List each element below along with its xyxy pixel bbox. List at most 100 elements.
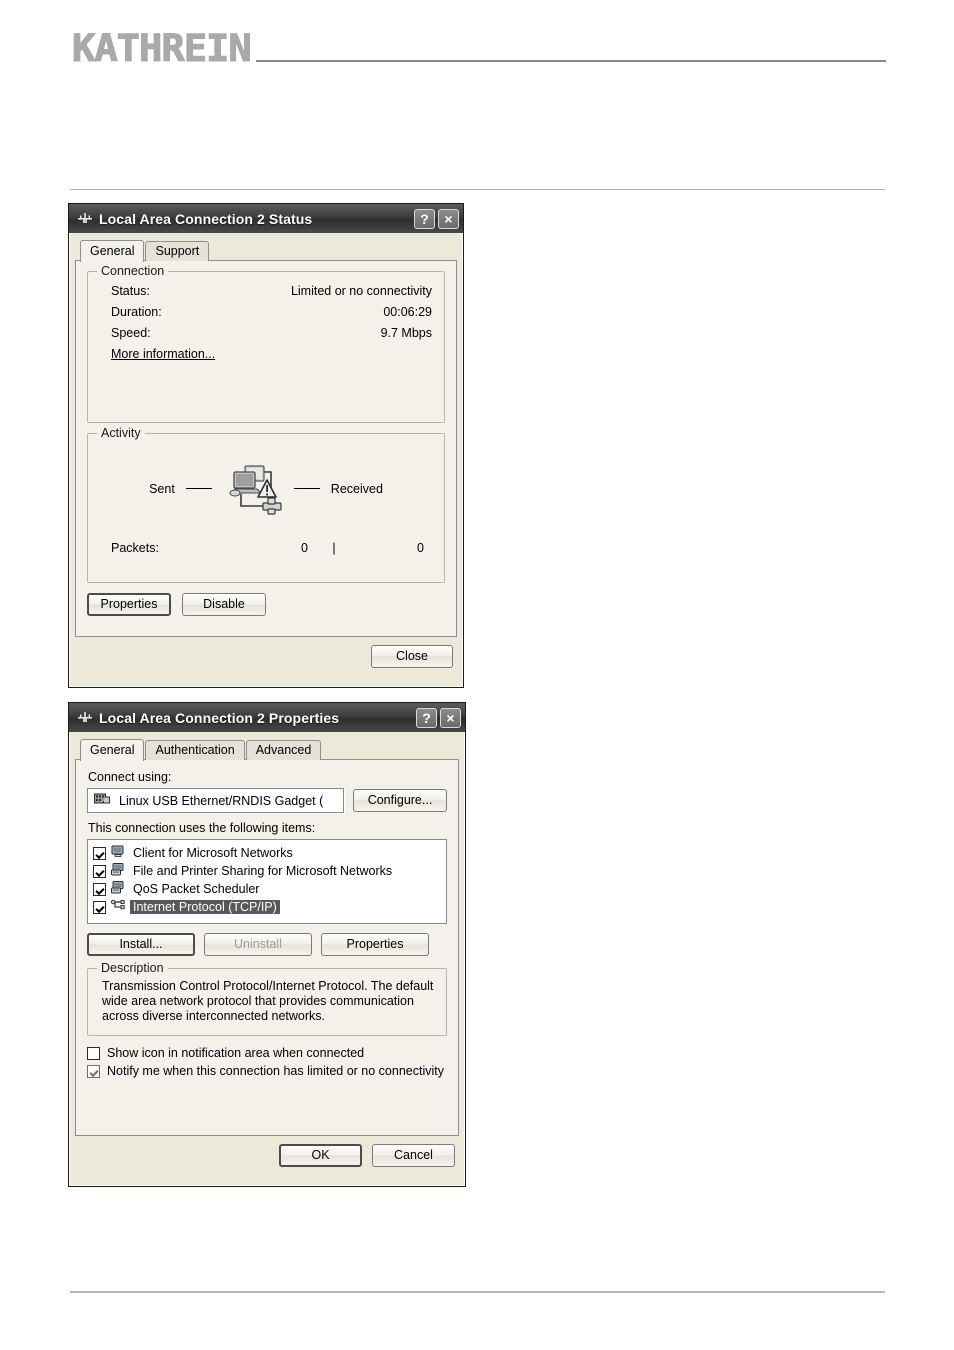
logo-rule — [256, 60, 886, 62]
connect-using-label: Connect using: — [88, 770, 172, 784]
tab-advanced[interactable]: Advanced — [245, 740, 322, 760]
computer-icon — [111, 845, 125, 861]
close-icon[interactable]: × — [438, 208, 459, 229]
speed-value: 9.7 Mbps — [380, 326, 432, 340]
properties-dialog-body: General Authentication Advanced Connect … — [69, 732, 465, 1173]
packets-received-value: 0 — [417, 541, 424, 555]
duration-value: 00:06:29 — [383, 305, 432, 319]
properties-general-panel: Connect using: Linux USB Ethernet/RNDIS … — [75, 759, 459, 1136]
item-checkbox[interactable] — [93, 846, 106, 860]
list-item-label: Internet Protocol (TCP/IP) — [130, 900, 280, 914]
local-area-connection-status-dialog: Local Area Connection 2 Status ? × Gener… — [68, 203, 464, 688]
tab-authentication[interactable]: Authentication — [145, 740, 245, 760]
show-icon-checkbox[interactable] — [87, 1046, 100, 1060]
item-checkbox[interactable] — [93, 864, 106, 878]
status-dialog-body: General Support Connection Status: Limit… — [69, 233, 463, 674]
received-label: Received — [330, 481, 383, 496]
list-item[interactable]: File and Printer Sharing for Microsoft N… — [93, 862, 443, 880]
list-item-label: File and Printer Sharing for Microsoft N… — [133, 864, 393, 878]
speed-row: Speed: 9.7 Mbps — [100, 326, 432, 340]
status-dialog-window-buttons: ? × — [414, 208, 459, 229]
show-icon-label: Show icon in notification area when conn… — [107, 1046, 365, 1060]
status-dialog-footer: Close — [75, 637, 457, 668]
help-icon[interactable]: ? — [414, 208, 435, 229]
more-information-link[interactable]: More information... — [111, 347, 215, 361]
protocol-icon — [110, 899, 125, 915]
brand-header: KATHREIN — [71, 27, 886, 70]
adapter-row: Linux USB Ethernet/RNDIS Gadget ( Config… — [87, 788, 447, 813]
disable-button[interactable]: Disable — [182, 593, 266, 616]
ok-button[interactable]: OK — [279, 1144, 362, 1167]
connection-group: Connection Status: Limited or no connect… — [87, 264, 445, 423]
bottom-divider — [70, 1291, 885, 1293]
items-label: This connection uses the following items… — [88, 821, 316, 835]
status-label: Status: — [111, 284, 150, 298]
properties-dialog-footer: OK Cancel — [75, 1136, 459, 1167]
computer-share-icon — [111, 881, 125, 897]
properties-dialog-window-buttons: ? × — [416, 707, 461, 728]
list-item-label: QoS Packet Scheduler — [133, 882, 260, 896]
tab-general[interactable]: General — [80, 240, 145, 262]
list-item[interactable]: Internet Protocol (TCP/IP) — [93, 898, 443, 916]
network-connection-icon — [76, 709, 94, 727]
adapter-field[interactable]: Linux USB Ethernet/RNDIS Gadget ( — [87, 788, 344, 813]
notify-checkbox[interactable] — [87, 1064, 100, 1078]
properties-button[interactable]: Properties — [87, 593, 171, 616]
status-row: Status: Limited or no connectivity — [100, 284, 432, 298]
computer-share-icon — [111, 863, 125, 879]
duration-label: Duration: — [111, 305, 162, 319]
description-group-legend: Description — [97, 961, 168, 975]
packets-sent-value: 0 — [301, 541, 308, 555]
activity-group-legend: Activity — [97, 426, 145, 440]
two-computers-network-warning-icon — [223, 458, 283, 519]
help-icon[interactable]: ? — [416, 707, 437, 728]
speed-label: Speed: — [111, 326, 151, 340]
packets-label: Packets: — [111, 541, 159, 555]
local-area-connection-properties-dialog: Local Area Connection 2 Properties ? × G… — [68, 702, 466, 1187]
packets-row: Packets: 0 | 0 — [100, 541, 432, 555]
properties-dialog-title: Local Area Connection 2 Properties — [99, 709, 340, 726]
tab-general[interactable]: General — [80, 739, 145, 761]
status-dialog-title: Local Area Connection 2 Status — [99, 210, 313, 227]
top-divider — [70, 189, 885, 190]
description-group: Description Transmission Control Protoco… — [87, 961, 447, 1036]
show-icon-option[interactable]: Show icon in notification area when conn… — [87, 1046, 447, 1060]
status-general-panel: Connection Status: Limited or no connect… — [75, 260, 457, 637]
network-adapter-card-icon — [94, 793, 111, 809]
configure-button[interactable]: Configure... — [353, 789, 447, 812]
list-item[interactable]: Client for Microsoft Networks — [93, 844, 443, 862]
item-properties-button[interactable]: Properties — [321, 933, 429, 956]
description-text: Transmission Control Protocol/Internet P… — [102, 979, 434, 1023]
received-dash — [293, 488, 320, 489]
kathrein-logo: KATHREIN — [71, 27, 252, 70]
item-checkbox[interactable] — [93, 900, 106, 914]
adapter-name: Linux USB Ethernet/RNDIS Gadget ( — [119, 793, 324, 808]
status-dialog-titlebar[interactable]: Local Area Connection 2 Status ? × — [69, 204, 463, 233]
notify-option[interactable]: Notify me when this connection has limit… — [87, 1064, 447, 1078]
cancel-button[interactable]: Cancel — [372, 1144, 455, 1167]
duration-row: Duration: 00:06:29 — [100, 305, 432, 319]
status-dialog-tabs: General Support — [75, 240, 457, 262]
properties-dialog-tabs: General Authentication Advanced — [75, 739, 459, 761]
network-connection-icon — [76, 210, 94, 228]
connection-group-legend: Connection — [97, 264, 169, 278]
notify-label: Notify me when this connection has limit… — [107, 1064, 444, 1078]
activity-indicator-row: Sent Received — [100, 458, 432, 519]
activity-group: Activity Sent Received Packets: 0 | 0 — [87, 426, 445, 583]
list-item[interactable]: QoS Packet Scheduler — [93, 880, 443, 898]
packets-separator: | — [332, 541, 336, 555]
item-checkbox[interactable] — [93, 882, 106, 896]
close-button[interactable]: Close — [371, 645, 453, 668]
item-action-buttons: Install... Uninstall Properties — [87, 933, 447, 956]
properties-dialog-titlebar[interactable]: Local Area Connection 2 Properties ? × — [69, 703, 465, 732]
close-icon[interactable]: × — [440, 707, 461, 728]
network-items-list[interactable]: Client for Microsoft Networks File and P… — [87, 839, 447, 924]
status-value: Limited or no connectivity — [290, 284, 432, 298]
status-action-buttons: Properties Disable — [87, 593, 445, 616]
list-item-label: Client for Microsoft Networks — [133, 846, 293, 860]
install-button[interactable]: Install... — [87, 933, 195, 956]
tab-support[interactable]: Support — [145, 241, 210, 261]
sent-label: Sent — [149, 481, 175, 496]
sent-dash — [185, 488, 212, 489]
uninstall-button: Uninstall — [204, 933, 312, 956]
